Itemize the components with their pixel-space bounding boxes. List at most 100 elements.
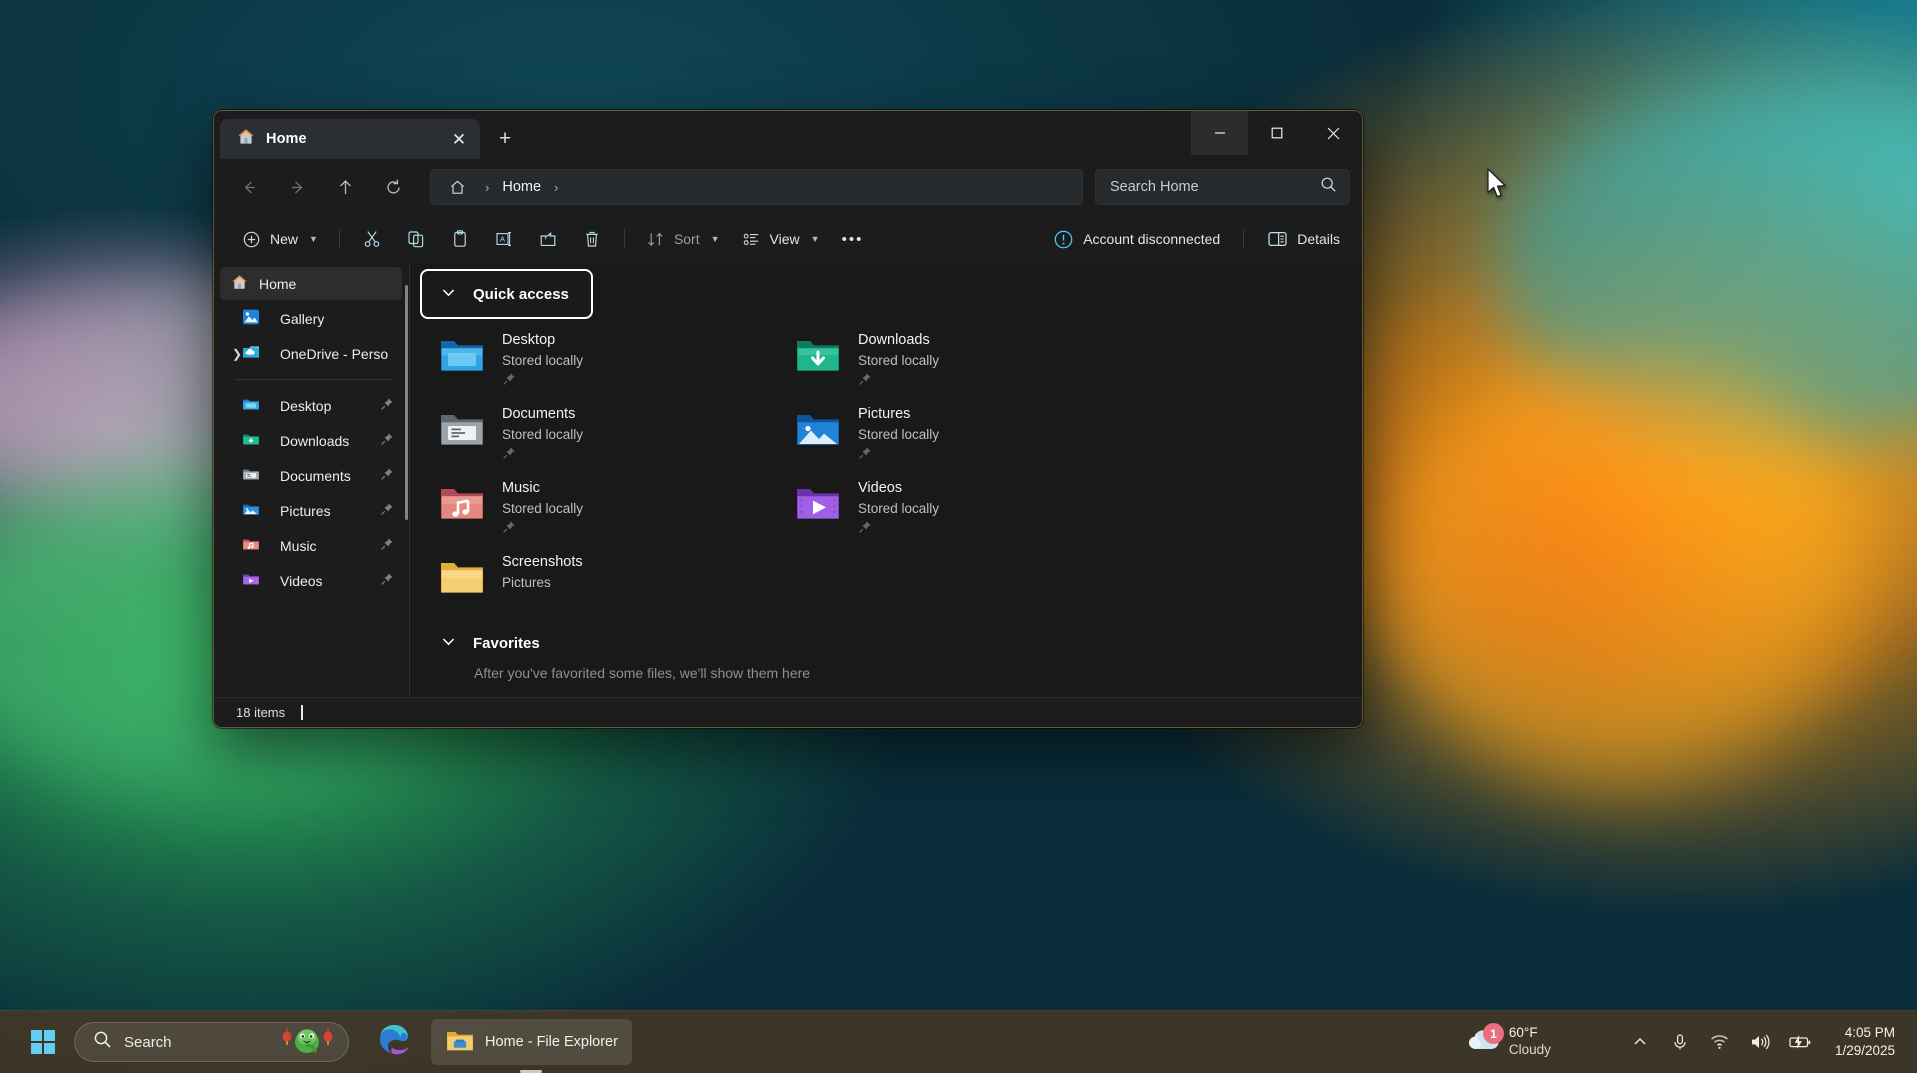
quick-access-item-music[interactable]: Music Stored locally <box>426 469 774 543</box>
quick-access-item-documents[interactable]: Documents Stored locally <box>426 395 774 469</box>
chevron-up-icon[interactable] <box>1623 1024 1657 1060</box>
new-tab-button[interactable]: + <box>486 120 524 158</box>
downloads-folder-icon <box>794 331 842 379</box>
share-button[interactable] <box>527 222 569 256</box>
breadcrumb-home[interactable]: Home <box>502 179 541 195</box>
new-button[interactable]: New ▼ <box>232 222 328 256</box>
sort-button[interactable]: Sort ▼ <box>636 222 730 256</box>
pin-icon[interactable] <box>380 467 394 484</box>
copy-button[interactable] <box>395 222 437 256</box>
pin-icon[interactable] <box>502 446 583 465</box>
taskbar-search-placeholder: Search <box>124 1033 172 1051</box>
sidebar-item-gallery[interactable]: Gallery <box>220 302 402 335</box>
taskbar-edge-button[interactable] <box>363 1019 425 1065</box>
chevron-down-icon[interactable] <box>440 633 457 654</box>
sidebar-scrollbar[interactable] <box>405 285 408 520</box>
back-arrow-icon[interactable] <box>230 170 268 204</box>
favorites-empty-text: After you've favorited some files, we'll… <box>474 665 811 681</box>
title-bar: Home ✕ + <box>214 111 1362 159</box>
maximize-button[interactable] <box>1248 111 1305 155</box>
share-icon <box>540 232 556 246</box>
pin-icon[interactable] <box>380 432 394 449</box>
more-options-button[interactable]: ••• <box>832 222 874 256</box>
microphone-icon[interactable] <box>1663 1024 1697 1060</box>
chevron-down-icon[interactable]: ▼ <box>711 234 720 244</box>
quick-access-item-desktop[interactable]: Desktop Stored locally <box>426 321 774 395</box>
plain-folder-icon <box>438 553 486 601</box>
pin-icon[interactable] <box>858 372 939 391</box>
details-button[interactable]: Details <box>1257 222 1350 256</box>
sidebar-item-pictures[interactable]: Pictures <box>220 494 402 527</box>
chevron-down-icon[interactable]: ▼ <box>811 234 820 244</box>
pin-icon[interactable] <box>380 537 394 554</box>
start-button[interactable] <box>20 1019 66 1065</box>
close-icon[interactable]: ✕ <box>444 124 474 154</box>
refresh-icon[interactable] <box>374 170 412 204</box>
warning-circle-icon <box>1054 230 1073 248</box>
paste-button[interactable] <box>439 222 481 256</box>
sidebar-item-onedrive[interactable]: ❯ OneDrive - Perso <box>220 337 402 370</box>
up-arrow-icon[interactable] <box>326 170 364 204</box>
sidebar-item-videos[interactable]: Videos <box>220 564 402 597</box>
pin-icon[interactable] <box>502 520 583 539</box>
quick-access-header[interactable]: Quick access <box>420 269 593 319</box>
rename-icon: A <box>496 232 511 246</box>
sidebar-item-label: Pictures <box>280 502 331 519</box>
sidebar-item-home[interactable]: Home <box>220 267 402 300</box>
tab-home[interactable]: Home ✕ <box>220 119 480 159</box>
sidebar-item-label: Gallery <box>280 310 325 327</box>
view-button[interactable]: View ▼ <box>732 222 830 256</box>
quick-access-item-screenshots[interactable]: Screenshots Pictures <box>426 543 774 617</box>
pin-icon[interactable] <box>858 446 939 465</box>
sidebar-item-documents[interactable]: Documents <box>220 459 402 492</box>
cut-button[interactable] <box>351 222 393 256</box>
pin-icon[interactable] <box>502 372 583 391</box>
item-name: Pictures <box>858 406 911 422</box>
favorites-header[interactable]: Favorites <box>422 623 558 663</box>
wifi-icon[interactable] <box>1703 1024 1737 1060</box>
chevron-right-icon[interactable]: ❯ <box>232 348 242 360</box>
documents-folder-icon <box>438 405 486 453</box>
sidebar-item-downloads[interactable]: Downloads <box>220 424 402 457</box>
sidebar-item-music[interactable]: Music <box>220 529 402 562</box>
quick-access-item-videos[interactable]: Videos Stored locally <box>782 469 1130 543</box>
search-input[interactable]: Search Home <box>1095 169 1350 205</box>
quick-access-item-meta: Desktop Stored locally <box>502 329 583 391</box>
pin-icon[interactable] <box>380 502 394 519</box>
breadcrumb-separator[interactable]: › <box>545 180 567 195</box>
documents-folder-icon <box>242 465 260 486</box>
battery-charging-icon[interactable] <box>1783 1024 1817 1060</box>
sidebar-item-desktop[interactable]: Desktop <box>220 389 402 422</box>
desktop-folder-icon <box>438 331 486 379</box>
weather-badge: 1 <box>1482 1023 1504 1045</box>
close-button[interactable] <box>1305 111 1362 155</box>
item-count: 18 items <box>236 705 286 720</box>
chevron-down-icon[interactable] <box>440 284 457 304</box>
minimize-button[interactable] <box>1191 111 1248 155</box>
clock[interactable]: 4:05 PM 1/29/2025 <box>1827 1024 1901 1060</box>
forward-arrow-icon[interactable] <box>278 170 316 204</box>
details-label: Details <box>1297 231 1340 247</box>
account-disconnected-button[interactable]: Account disconnected <box>1043 222 1230 256</box>
pin-icon[interactable] <box>380 397 394 414</box>
delete-button[interactable] <box>571 222 613 256</box>
quick-access-grid: Desktop Stored locally Downloads Stored … <box>422 317 1362 617</box>
pin-icon[interactable] <box>858 520 939 539</box>
quick-access-item-meta: Downloads Stored locally <box>858 329 939 391</box>
divider <box>1243 229 1245 249</box>
taskbar-file-explorer-button[interactable]: Home - File Explorer <box>431 1019 632 1073</box>
status-bar: 18 items <box>214 697 1362 727</box>
quick-access-item-meta: Videos Stored locally <box>858 477 939 539</box>
quick-access-item-downloads[interactable]: Downloads Stored locally <box>782 321 1130 395</box>
rename-button[interactable]: A <box>483 222 525 256</box>
home-icon[interactable] <box>443 179 472 196</box>
taskbar-search-input[interactable]: Search <box>74 1022 349 1062</box>
address-bar[interactable]: › Home › <box>430 169 1083 205</box>
pin-icon[interactable] <box>380 572 394 589</box>
quick-access-item-pictures[interactable]: Pictures Stored locally <box>782 395 1130 469</box>
volume-icon[interactable] <box>1743 1024 1777 1060</box>
chevron-down-icon[interactable]: ▼ <box>309 234 318 244</box>
windows-logo-icon <box>31 1030 55 1054</box>
weather-widget[interactable]: 1 60°F Cloudy <box>1453 1021 1563 1063</box>
search-icon[interactable] <box>1320 176 1337 198</box>
